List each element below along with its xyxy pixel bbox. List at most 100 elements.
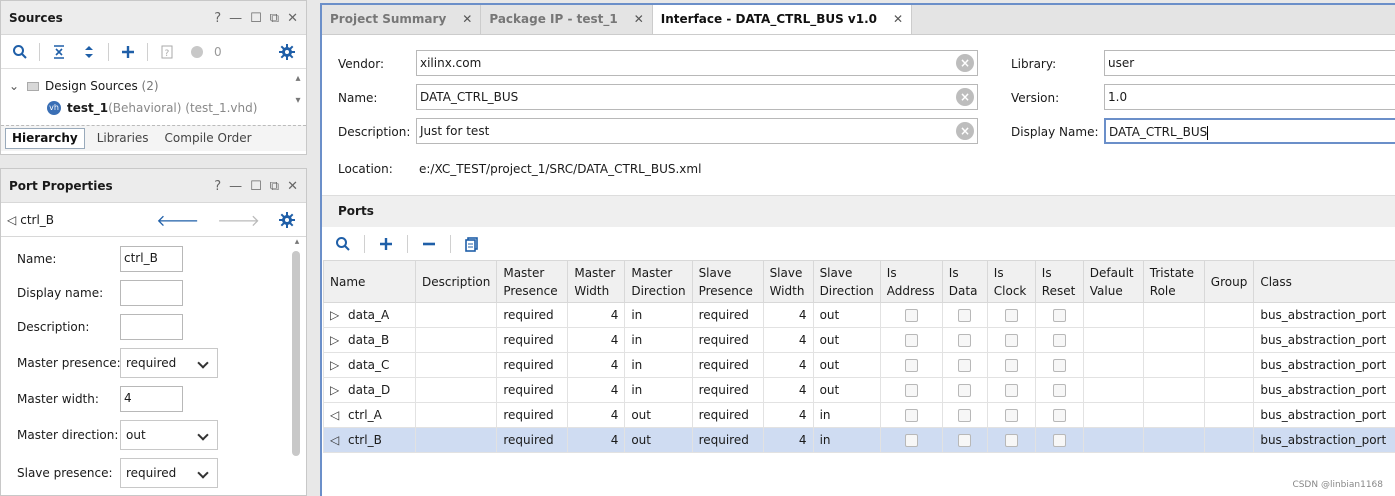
cell-description[interactable] — [414, 302, 498, 328]
is-data-checkbox[interactable] — [958, 409, 972, 422]
column-header[interactable]: Class — [1253, 260, 1395, 303]
cell-slave-presence[interactable]: required — [691, 302, 764, 328]
prop-description-input[interactable] — [120, 314, 183, 340]
tab-compile-order[interactable]: Compile Order — [157, 126, 260, 151]
close-tab-icon[interactable]: ✕ — [634, 12, 644, 26]
column-header[interactable]: Is Data — [941, 260, 988, 303]
is-clock-checkbox[interactable] — [1004, 359, 1018, 372]
tab-package-ip[interactable]: Package IP - test_1 ✕ — [481, 5, 653, 34]
cell-slave-presence[interactable]: required — [691, 352, 764, 378]
cell-group[interactable] — [1203, 302, 1255, 328]
cell-master-presence[interactable]: required — [496, 352, 569, 378]
is-address-checkbox[interactable] — [904, 384, 918, 397]
cell-master-presence[interactable]: required — [496, 427, 569, 453]
is-reset-checkbox[interactable] — [1052, 334, 1066, 347]
cell-class[interactable]: bus_abstraction_port — [1253, 377, 1395, 403]
cell-master-width[interactable]: 4 — [567, 427, 626, 453]
cell-master-presence[interactable]: required — [496, 377, 569, 403]
cell-default-value[interactable] — [1082, 302, 1144, 328]
column-header[interactable]: Slave Width — [762, 260, 814, 303]
column-header[interactable]: Slave Direction — [812, 260, 881, 303]
float-icon[interactable]: ⧉ — [270, 11, 279, 26]
close-icon[interactable]: ✕ — [287, 179, 298, 194]
cell-tristate-role[interactable] — [1142, 302, 1205, 328]
cell-tristate-role[interactable] — [1142, 427, 1205, 453]
cell-slave-direction[interactable]: out — [812, 327, 881, 353]
expand-all-icon[interactable] — [76, 39, 102, 65]
settings-icon[interactable] — [274, 207, 300, 233]
table-row[interactable]: ◁ ctrl_A required 4 out required 4 in bus_abstra… — [323, 402, 1395, 428]
back-arrow-icon[interactable]: 🡐 — [156, 210, 199, 230]
is-clock-checkbox[interactable] — [1004, 309, 1018, 322]
scroll-up-icon[interactable]: ▴ — [292, 237, 302, 247]
is-reset-checkbox[interactable] — [1052, 434, 1066, 447]
add-port-icon[interactable] — [373, 231, 399, 257]
add-icon[interactable] — [115, 39, 141, 65]
is-data-checkbox[interactable] — [958, 309, 972, 322]
cell-group[interactable] — [1203, 402, 1255, 428]
column-header[interactable]: Default Value — [1082, 260, 1144, 303]
tree-group-design-sources[interactable]: ⌄ Design Sources (2) — [9, 75, 289, 97]
cell-class[interactable]: bus_abstraction_port — [1253, 302, 1395, 328]
cell-slave-direction[interactable]: out — [812, 377, 881, 403]
cell-group[interactable] — [1203, 427, 1255, 453]
cell-class[interactable]: bus_abstraction_port — [1253, 327, 1395, 353]
cell-description[interactable] — [414, 427, 498, 453]
table-row[interactable]: ▷ data_A required 4 in required 4 out bus_abstra… — [323, 302, 1395, 328]
clear-icon[interactable]: × — [956, 54, 974, 72]
cell-name[interactable]: ◁ ctrl_B — [323, 427, 416, 453]
column-header[interactable]: Description — [414, 260, 498, 303]
cell-slave-presence[interactable]: required — [691, 427, 764, 453]
minimize-icon[interactable]: — — [229, 179, 242, 194]
table-row[interactable]: ◁ ctrl_B required 4 out required 4 in bus_abstra… — [323, 427, 1395, 453]
cell-name[interactable]: ◁ ctrl_A — [323, 402, 416, 428]
display-name-field[interactable]: DATA_CTRL_BUS — [1104, 118, 1395, 144]
column-header[interactable]: Is Reset — [1034, 260, 1084, 303]
column-header[interactable]: Group — [1203, 260, 1255, 303]
column-header[interactable]: Is Address — [879, 260, 943, 303]
cell-class[interactable]: bus_abstraction_port — [1253, 427, 1395, 453]
cell-name[interactable]: ▷ data_D — [323, 377, 416, 403]
cell-class[interactable]: bus_abstraction_port — [1253, 352, 1395, 378]
cell-tristate-role[interactable] — [1142, 352, 1205, 378]
cell-slave-direction[interactable]: out — [812, 352, 881, 378]
cell-class[interactable]: bus_abstraction_port — [1253, 402, 1395, 428]
prop-master-presence-select[interactable]: required — [120, 348, 218, 378]
cell-description[interactable] — [414, 352, 498, 378]
cell-description[interactable] — [414, 327, 498, 353]
cell-name[interactable]: ▷ data_B — [323, 327, 416, 353]
search-icon[interactable] — [7, 39, 33, 65]
close-tab-icon[interactable]: ✕ — [893, 12, 903, 26]
cell-slave-width[interactable]: 4 — [762, 377, 814, 403]
column-header[interactable]: Slave Presence — [691, 260, 764, 303]
is-data-checkbox[interactable] — [958, 434, 972, 447]
tab-project-summary[interactable]: Project Summary ✕ — [322, 5, 482, 34]
column-header[interactable]: Tristate Role — [1142, 260, 1205, 303]
is-data-checkbox[interactable] — [958, 359, 972, 372]
cell-master-width[interactable]: 4 — [567, 402, 626, 428]
remove-port-icon[interactable] — [416, 231, 442, 257]
cell-master-direction[interactable]: in — [624, 377, 693, 403]
cell-default-value[interactable] — [1082, 402, 1144, 428]
prop-slave-presence-select[interactable]: required — [120, 458, 218, 488]
cell-slave-presence[interactable]: required — [691, 327, 764, 353]
tab-libraries[interactable]: Libraries — [89, 126, 157, 151]
column-header[interactable]: Master Width — [567, 260, 626, 303]
cell-name[interactable]: ▷ data_C — [323, 352, 416, 378]
settings-icon[interactable] — [274, 39, 300, 65]
vendor-field[interactable]: xilinx.com × — [416, 50, 978, 76]
cell-master-direction[interactable]: out — [624, 402, 693, 428]
float-icon[interactable]: ⧉ — [270, 179, 279, 194]
cell-master-presence[interactable]: required — [496, 327, 569, 353]
cell-slave-presence[interactable]: required — [691, 402, 764, 428]
collapse-all-icon[interactable] — [46, 39, 72, 65]
cell-slave-width[interactable]: 4 — [762, 302, 814, 328]
cell-master-direction[interactable]: in — [624, 327, 693, 353]
maximize-icon[interactable]: ☐ — [250, 11, 262, 26]
help-icon[interactable]: ? — [214, 179, 221, 194]
cell-master-direction[interactable]: out — [624, 427, 693, 453]
cell-master-width[interactable]: 4 — [567, 327, 626, 353]
cell-default-value[interactable] — [1082, 352, 1144, 378]
cell-slave-direction[interactable]: in — [812, 402, 881, 428]
unknown-file-icon[interactable]: ? — [154, 39, 180, 65]
